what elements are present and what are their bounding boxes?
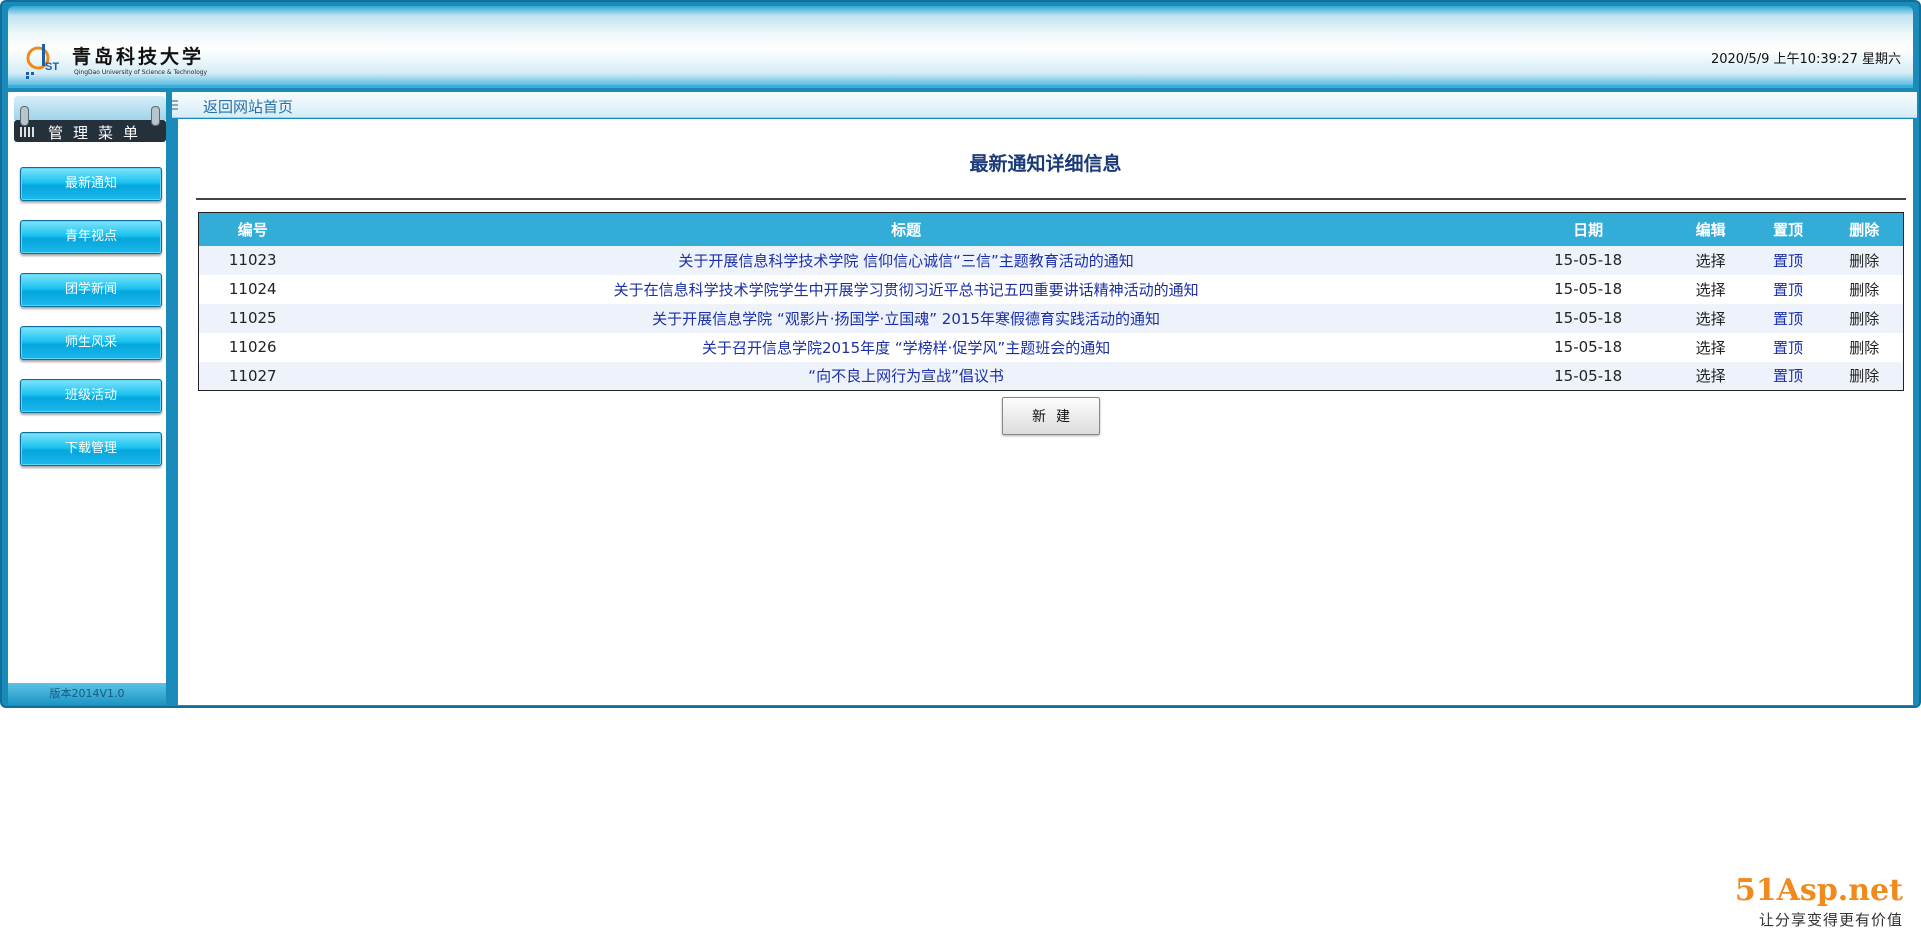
university-logo: ST 青岛科技大学 QingDao University of Science … bbox=[24, 36, 214, 86]
column-header-id: 编号 bbox=[198, 212, 307, 246]
column-header-delete: 删除 bbox=[1825, 212, 1904, 246]
table-row: 11024 关于在信息科学技术学院学生中开展学习贯彻习近平总书记五四重要讲话精神… bbox=[198, 274, 1904, 304]
watermark: 51Asp.net 让分享变得更有价值 bbox=[1723, 873, 1903, 933]
version-label: 版本2014V1.0 bbox=[8, 683, 166, 705]
svg-text:ST: ST bbox=[45, 61, 59, 73]
datetime-display: 2020/5/9 上午10:39:27 星期六 bbox=[1710, 52, 1901, 67]
select-button[interactable]: 选择 bbox=[1670, 332, 1751, 362]
pin-top-link[interactable]: 置顶 bbox=[1750, 245, 1826, 275]
watermark-tagline: 让分享变得更有价值 bbox=[1758, 911, 1903, 929]
notice-title-link[interactable]: 关于开展信息学院 “观影片·扬国学·立国魂” 2015年寒假德育实践活动的通知 bbox=[306, 303, 1506, 333]
pin-icon bbox=[151, 106, 160, 126]
cell-date: 15-05-18 bbox=[1505, 303, 1671, 333]
select-button[interactable]: 选择 bbox=[1670, 303, 1751, 333]
select-button[interactable]: 选择 bbox=[1670, 245, 1751, 275]
notice-title-link[interactable]: “向不良上网行为宣战”倡议书 bbox=[306, 361, 1506, 391]
main-content: 最新通知详细信息 编号 标题 日期 编辑 置顶 删除 11023 关于开展信息科… bbox=[178, 119, 1913, 705]
select-button[interactable]: 选择 bbox=[1670, 361, 1751, 391]
cell-id: 11023 bbox=[198, 245, 307, 275]
cell-date: 15-05-18 bbox=[1505, 332, 1671, 362]
delete-button[interactable]: 删除 bbox=[1825, 361, 1904, 391]
grid-icon bbox=[20, 127, 34, 137]
app-frame: ST 青岛科技大学 QingDao University of Science … bbox=[0, 0, 1921, 708]
table-row: 11026 关于召开信息学院2015年度 “学榜样·促学风”主题班会的通知 15… bbox=[198, 332, 1904, 362]
pin-top-link[interactable]: 置顶 bbox=[1750, 303, 1826, 333]
table-row: 11025 关于开展信息学院 “观影片·扬国学·立国魂” 2015年寒假德育实践… bbox=[198, 303, 1904, 333]
sidebar-item-download-manage[interactable]: 下载管理 bbox=[20, 432, 162, 466]
header: ST 青岛科技大学 QingDao University of Science … bbox=[8, 6, 1913, 88]
column-header-top: 置顶 bbox=[1750, 212, 1826, 246]
logo-text-cn: 青岛科技大学 bbox=[72, 46, 205, 68]
watermark-logo: 51Asp.net bbox=[1734, 873, 1903, 908]
delete-button[interactable]: 删除 bbox=[1825, 274, 1904, 304]
delete-button[interactable]: 删除 bbox=[1825, 303, 1904, 333]
cell-date: 15-05-18 bbox=[1505, 245, 1671, 275]
delete-button[interactable]: 删除 bbox=[1825, 332, 1904, 362]
cell-date: 15-05-18 bbox=[1505, 361, 1671, 391]
column-header-title: 标题 bbox=[306, 212, 1506, 246]
cell-id: 11024 bbox=[198, 274, 307, 304]
select-button[interactable]: 选择 bbox=[1670, 274, 1751, 304]
sidebar-item-class-activity[interactable]: 班级活动 bbox=[20, 379, 162, 413]
menu-header-top bbox=[14, 96, 166, 120]
cell-id: 11025 bbox=[198, 303, 307, 333]
sidebar-item-youth-viewpoint[interactable]: 青年视点 bbox=[20, 220, 162, 254]
home-link[interactable]: 返回网站首页 bbox=[203, 96, 293, 117]
pin-icon bbox=[20, 106, 29, 126]
table-row: 11027 “向不良上网行为宣战”倡议书 15-05-18 选择 置顶 删除 bbox=[198, 361, 1904, 391]
sidebar: 管理菜单 最新通知 青年视点 团学新闻 师生风采 班级活动 下载管理 版本201… bbox=[8, 92, 172, 705]
notice-title-link[interactable]: 关于召开信息学院2015年度 “学榜样·促学风”主题班会的通知 bbox=[306, 332, 1506, 362]
delete-button[interactable]: 删除 bbox=[1825, 245, 1904, 275]
nav-bar: 返回网站首页 bbox=[168, 92, 1917, 118]
page-title: 最新通知详细信息 bbox=[969, 153, 1122, 175]
notice-table: 编号 标题 日期 编辑 置顶 删除 11023 关于开展信息科学技术学院 信仰信… bbox=[198, 212, 1904, 391]
title-divider bbox=[196, 198, 1906, 200]
logo-text-en: QingDao University of Science & Technolo… bbox=[74, 69, 208, 76]
pin-top-link[interactable]: 置顶 bbox=[1750, 361, 1826, 391]
sidebar-item-league-news[interactable]: 团学新闻 bbox=[20, 273, 162, 307]
table-header-row: 编号 标题 日期 编辑 置顶 删除 bbox=[198, 212, 1904, 246]
cell-id: 11027 bbox=[198, 361, 307, 391]
pin-top-link[interactable]: 置顶 bbox=[1750, 274, 1826, 304]
column-header-edit: 编辑 bbox=[1670, 212, 1751, 246]
cell-id: 11026 bbox=[198, 332, 307, 362]
sidebar-item-teacher-student[interactable]: 师生风采 bbox=[20, 326, 162, 360]
column-header-date: 日期 bbox=[1505, 212, 1671, 246]
menu-title: 管理菜单 bbox=[48, 124, 149, 142]
notice-title-link[interactable]: 关于在信息科学技术学院学生中开展学习贯彻习近平总书记五四重要讲话精神活动的通知 bbox=[306, 274, 1506, 304]
pin-top-link[interactable]: 置顶 bbox=[1750, 332, 1826, 362]
notice-title-link[interactable]: 关于开展信息科学技术学院 信仰信心诚信“三信”主题教育活动的通知 bbox=[306, 245, 1506, 275]
sidebar-item-latest-notice[interactable]: 最新通知 bbox=[20, 167, 162, 201]
menu-header: 管理菜单 bbox=[14, 96, 166, 146]
qust-logo-icon: ST bbox=[26, 44, 59, 79]
table-row: 11023 关于开展信息科学技术学院 信仰信心诚信“三信”主题教育活动的通知 1… bbox=[198, 245, 1904, 275]
cell-date: 15-05-18 bbox=[1505, 274, 1671, 304]
new-button[interactable]: 新建 bbox=[1002, 397, 1100, 435]
